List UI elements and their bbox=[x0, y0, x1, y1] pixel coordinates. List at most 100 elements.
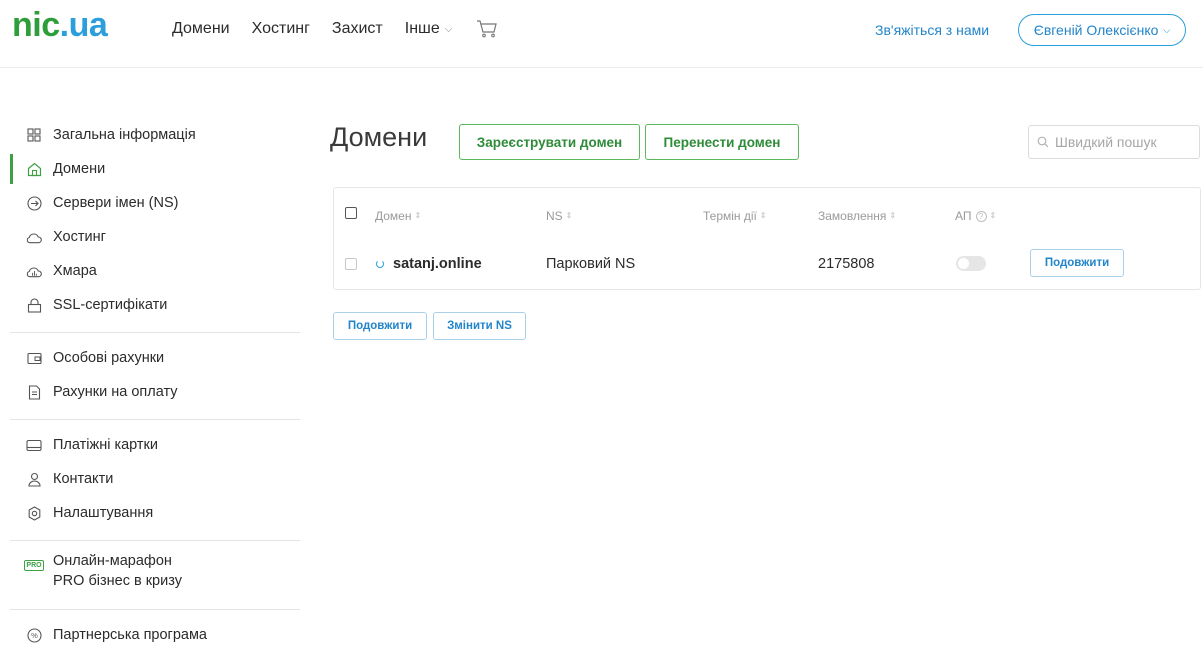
wallet-icon bbox=[26, 350, 42, 366]
contact-us-link[interactable]: Зв'яжіться з нами bbox=[875, 22, 989, 38]
register-domain-button[interactable]: Зареєструвати домен bbox=[459, 124, 640, 160]
domain-name-link[interactable]: satanj.online bbox=[393, 256, 482, 272]
row-checkbox[interactable] bbox=[345, 258, 357, 270]
nav-other[interactable]: Інше ⌵ bbox=[405, 20, 453, 38]
order-number: 2175808 bbox=[818, 256, 875, 272]
search-input[interactable] bbox=[1055, 134, 1195, 150]
sort-icon: ⇕ bbox=[989, 211, 997, 220]
sidebar-item-hosting[interactable]: Хостинг bbox=[0, 220, 300, 254]
bulk-change-ns-button[interactable]: Змінити NS bbox=[433, 312, 526, 340]
sort-icon: ⇕ bbox=[889, 211, 897, 220]
sidebar-item-ssl[interactable]: SSL-сертифікати bbox=[0, 288, 300, 322]
sidebar-item-payment-cards[interactable]: Платіжні картки bbox=[0, 428, 300, 462]
card-icon bbox=[26, 437, 42, 453]
loading-spinner-icon bbox=[376, 260, 384, 268]
sidebar-item-cloud[interactable]: Хмара bbox=[0, 254, 300, 288]
column-header-label: Термін дії bbox=[703, 209, 757, 223]
sidebar-item-label: Сервери імен (NS) bbox=[53, 195, 179, 211]
sidebar-item-settings[interactable]: Налаштування bbox=[0, 496, 300, 530]
row-renew-button[interactable]: Подовжити bbox=[1030, 249, 1124, 277]
sidebar-item-contacts[interactable]: Контакти bbox=[0, 462, 300, 496]
user-menu-button[interactable]: Євгеній Олексієнко ⌵ bbox=[1018, 14, 1186, 46]
logo-text-nic: nic bbox=[12, 6, 60, 44]
nic-ua-logo[interactable]: nic.ua bbox=[12, 6, 108, 45]
sidebar-item-label: SSL-сертифікати bbox=[53, 297, 168, 313]
column-header-ns[interactable]: NS ⇕ bbox=[546, 209, 572, 223]
column-header-label: АП bbox=[955, 209, 972, 223]
sidebar-item-label: Загальна інформація bbox=[53, 127, 196, 143]
sidebar-divider bbox=[10, 609, 300, 610]
search-icon bbox=[1037, 136, 1049, 148]
column-header-label: Замовлення bbox=[818, 209, 887, 223]
auto-renew-toggle[interactable] bbox=[956, 256, 986, 271]
help-icon[interactable]: ? bbox=[975, 210, 987, 222]
bulk-renew-button[interactable]: Подовжити bbox=[333, 312, 427, 340]
cloud-icon bbox=[26, 229, 42, 245]
sidebar-item-label: Налаштування bbox=[53, 505, 154, 521]
sidebar-item-nameservers[interactable]: Сервери імен (NS) bbox=[0, 186, 300, 220]
main-nav: Домени Хостинг Захист Інше ⌵ bbox=[172, 19, 498, 39]
sidebar-item-domains[interactable]: Домени bbox=[0, 152, 300, 186]
sidebar-item-label-line1: Онлайн-марафон bbox=[53, 553, 172, 569]
sidebar-item-invoices[interactable]: Рахунки на оплату bbox=[0, 375, 300, 409]
nav-domains-label: Домени bbox=[172, 20, 230, 37]
sidebar-item-label: Рахунки на оплату bbox=[53, 384, 178, 400]
user-name: Євгеній Олексієнко bbox=[1033, 22, 1159, 38]
nav-other-label: Інше bbox=[404, 20, 440, 37]
sort-icon: ⇕ bbox=[565, 211, 573, 220]
sidebar-divider bbox=[10, 419, 300, 420]
nav-domains[interactable]: Домени bbox=[172, 20, 230, 38]
chevron-down-icon: ⌵ bbox=[1163, 24, 1171, 35]
pro-badge: PRO bbox=[24, 559, 44, 571]
sidebar-item-label: Домени bbox=[53, 161, 106, 177]
ns-value: Парковий NS bbox=[546, 256, 636, 272]
sidebar-item-online-marathon[interactable]: PRO Онлайн-марафон PRO бізнес в кризу bbox=[0, 549, 300, 603]
document-icon bbox=[26, 384, 42, 400]
percent-icon: % bbox=[26, 627, 42, 643]
top-header: nic.ua Домени Хостинг Захист Інше ⌵ Зв'яж… bbox=[0, 0, 1203, 68]
lock-icon bbox=[26, 297, 42, 313]
cart-icon[interactable] bbox=[476, 19, 498, 39]
sidebar-item-label: Особові рахунки bbox=[53, 350, 165, 366]
column-header-term[interactable]: Термін дії ⇕ bbox=[703, 209, 767, 223]
sidebar-divider bbox=[10, 332, 300, 333]
svg-text:%: % bbox=[31, 631, 38, 640]
grid-icon bbox=[26, 127, 42, 143]
sidebar-item-label-line2: PRO бізнес в кризу bbox=[53, 573, 182, 589]
sidebar-item-label: Платіжні картки bbox=[53, 437, 159, 453]
sort-icon: ⇕ bbox=[414, 211, 422, 220]
chevron-down-icon: ⌵ bbox=[444, 23, 453, 35]
person-icon bbox=[26, 471, 42, 487]
nav-protection[interactable]: Захист bbox=[332, 20, 383, 38]
sidebar-item-overview[interactable]: Загальна інформація bbox=[0, 118, 300, 152]
column-header-domain[interactable]: Домен ⇕ bbox=[375, 209, 421, 223]
table-header: Домен ⇕ NS ⇕ Термін дії ⇕ Замовлення ⇕ АП? ⇕ bbox=[334, 188, 1200, 240]
cloud-chart-icon bbox=[26, 263, 42, 279]
pro-badge-icon: PRO bbox=[24, 557, 44, 573]
nav-hosting[interactable]: Хостинг bbox=[252, 20, 310, 38]
sidebar-item-label: Хостинг bbox=[53, 229, 106, 245]
nav-protection-label: Захист bbox=[331, 20, 383, 37]
sidebar-item-label: Контакти bbox=[53, 471, 114, 487]
gear-icon bbox=[26, 505, 42, 521]
column-header-order[interactable]: Замовлення ⇕ bbox=[818, 209, 896, 223]
sort-icon: ⇕ bbox=[759, 211, 767, 220]
home-icon bbox=[26, 161, 42, 177]
domains-table: Домен ⇕ NS ⇕ Термін дії ⇕ Замовлення ⇕ АП? ⇕ … bbox=[333, 187, 1201, 290]
sidebar-item-personal-accounts[interactable]: Особові рахунки bbox=[0, 341, 300, 375]
sidebar-item-label: Онлайн-марафон PRO бізнес в кризу bbox=[53, 551, 182, 591]
logo-text-ua: .ua bbox=[59, 6, 108, 44]
quick-search[interactable] bbox=[1028, 125, 1200, 159]
select-all-checkbox[interactable] bbox=[345, 207, 357, 219]
sidebar-divider bbox=[10, 540, 300, 541]
sidebar: Загальна інформація Домени Сервери імен … bbox=[0, 118, 300, 652]
nav-hosting-label: Хостинг bbox=[251, 20, 310, 37]
transfer-domain-button[interactable]: Перенести домен bbox=[645, 124, 799, 160]
column-header-auto-renew[interactable]: АП? ⇕ bbox=[955, 209, 996, 223]
sidebar-item-label: Партнерська програма bbox=[53, 627, 207, 643]
page-title: Домени bbox=[330, 122, 428, 152]
column-header-label: Домен bbox=[375, 209, 412, 223]
sidebar-item-partner-program[interactable]: % Партнерська програма bbox=[0, 618, 300, 652]
arrow-circle-icon bbox=[26, 195, 42, 211]
sidebar-item-label: Хмара bbox=[53, 263, 97, 279]
